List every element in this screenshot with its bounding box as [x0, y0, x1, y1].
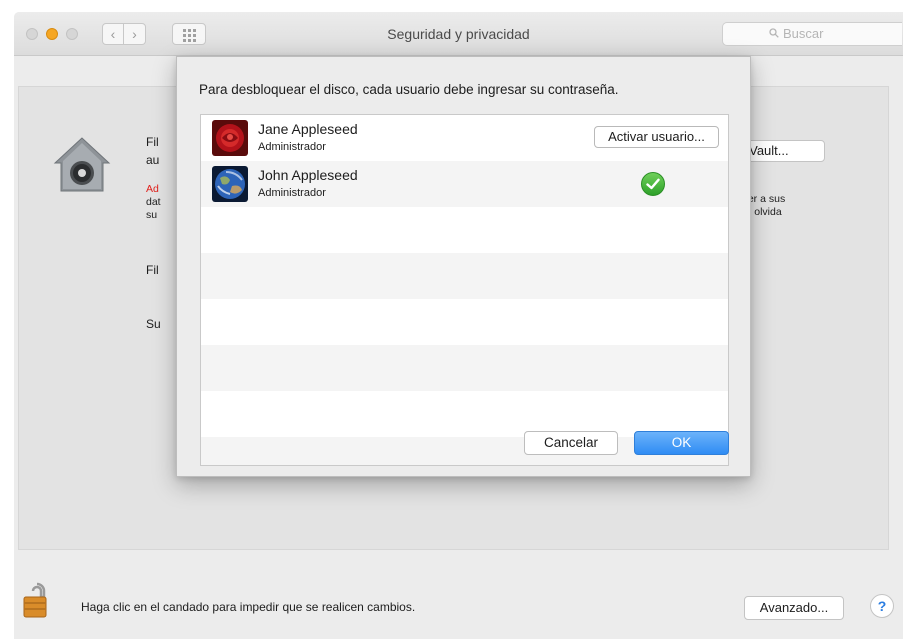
user-list: Jane Appleseed Administrador Activar usu…: [200, 114, 729, 466]
sheet-prompt: Para desbloquear el disco, cada usuario …: [199, 82, 619, 97]
avatar-earth: [212, 166, 248, 202]
title-bar: ‹ › Seguridad y privacidad Buscar: [14, 12, 903, 56]
user-name: John Appleseed: [258, 167, 358, 183]
user-row-john[interactable]: John Appleseed Administrador: [201, 161, 728, 207]
avatar-rose: [212, 120, 248, 156]
empty-row: [201, 253, 728, 299]
advanced-button[interactable]: Avanzado...: [744, 596, 844, 620]
enable-user-button[interactable]: Activar usuario...: [594, 126, 719, 148]
bg-fragment-1: Fil: [146, 135, 159, 149]
search-icon: [769, 23, 779, 45]
bg-fragment-2: au: [146, 153, 160, 167]
bg-fragment-5: su: [146, 209, 158, 221]
cancel-button[interactable]: Cancelar: [524, 431, 618, 455]
bg-fragment-6: Fil: [146, 263, 159, 277]
ok-button[interactable]: OK: [634, 431, 729, 455]
user-row-jane[interactable]: Jane Appleseed Administrador Activar usu…: [201, 115, 728, 161]
bg-fragment-7: Su: [146, 317, 161, 331]
search-input[interactable]: Buscar: [722, 22, 902, 46]
bg-fragment-4: dat: [146, 196, 161, 208]
bg-fragment-3: Ad: [146, 183, 159, 195]
user-name: Jane Appleseed: [258, 121, 358, 137]
search-placeholder: Buscar: [783, 26, 824, 41]
house-lock-icon: [53, 137, 111, 192]
empty-row: [201, 207, 728, 253]
padlock-icon[interactable]: [20, 580, 54, 620]
user-role: Administrador: [258, 141, 326, 153]
checkmark-icon: [641, 172, 665, 196]
lock-status-text: Haga clic en el candado para impedir que…: [81, 600, 416, 614]
empty-row: [201, 299, 728, 345]
user-role: Administrador: [258, 187, 326, 199]
empty-row: [201, 345, 728, 391]
help-button[interactable]: ?: [870, 594, 894, 618]
unlock-users-sheet: Para desbloquear el disco, cada usuario …: [176, 56, 751, 477]
